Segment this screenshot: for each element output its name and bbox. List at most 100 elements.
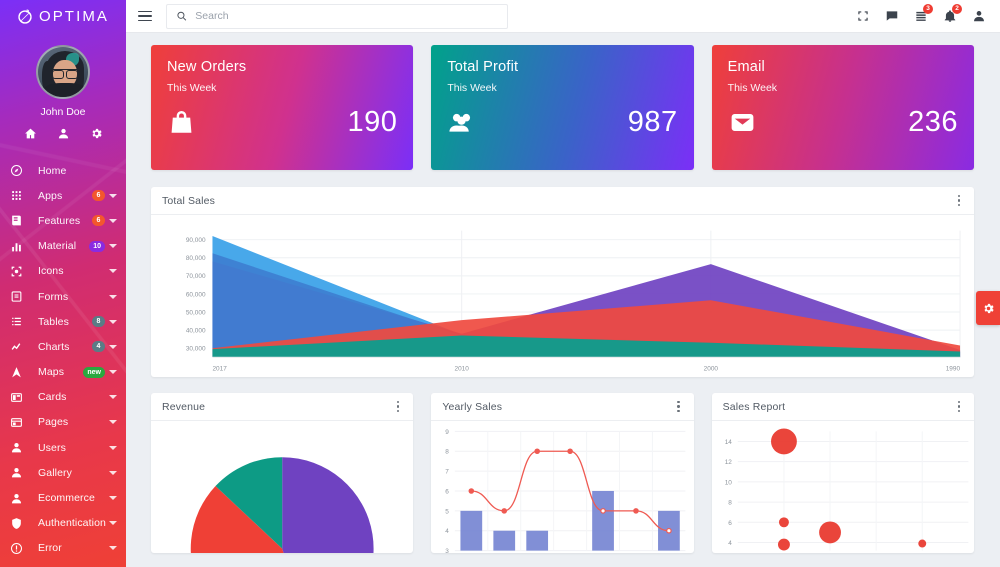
stat-subtitle: This Week <box>447 82 497 94</box>
sidebar-item-label: Error <box>38 542 62 555</box>
stat-card-new-orders[interactable]: New Orders This Week 190 <box>151 45 414 170</box>
stat-card-total-profit[interactable]: Total Profit This Week 987 <box>431 45 694 170</box>
sidebar-item-badge: 6 <box>92 215 105 227</box>
sidebar-item-charts[interactable]: Charts 4 <box>0 334 126 359</box>
svg-text:2000: 2000 <box>704 366 719 373</box>
svg-text:9: 9 <box>446 429 450 436</box>
brand[interactable]: OPTIMA <box>0 0 126 33</box>
chevron-down-icon[interactable] <box>109 269 117 274</box>
svg-text:3: 3 <box>446 548 450 553</box>
chevron-down-icon[interactable] <box>109 319 117 324</box>
sidebar-item-label: Users <box>38 441 66 454</box>
settings-panel-toggle[interactable] <box>976 291 1000 325</box>
sidebar-item-users[interactable]: Users <box>0 435 126 460</box>
stat-subtitle: This Week <box>727 82 778 94</box>
sidebar-item-pages[interactable]: Pages <box>0 410 126 435</box>
grid-icon <box>10 189 27 202</box>
chevron-down-icon[interactable] <box>109 496 117 501</box>
home-icon[interactable] <box>24 127 37 140</box>
chevron-down-icon[interactable] <box>109 344 117 349</box>
sidebar-item-badge: 4 <box>92 341 105 353</box>
sidebar-item-ecommerce[interactable]: Ecommerce <box>0 485 126 510</box>
list-icon[interactable]: 3 <box>914 4 933 23</box>
chevron-down-icon[interactable] <box>109 445 117 450</box>
chevron-down-icon[interactable] <box>109 218 117 223</box>
hamburger-icon[interactable] <box>134 7 156 26</box>
panel-title: Yearly Sales <box>442 400 503 413</box>
stat-card-email[interactable]: Email This Week 236 <box>711 45 974 170</box>
chevron-down-icon[interactable] <box>109 521 117 526</box>
stat-subtitle: This Week <box>167 82 217 94</box>
chevron-down-icon[interactable] <box>109 294 117 299</box>
sidebar-menu: Home Apps 6 Features 6 Material 10 Icons Forms Ta… <box>0 158 126 561</box>
optima-spiral-logo-icon <box>18 8 32 24</box>
search-input[interactable] <box>195 10 498 22</box>
svg-text:6: 6 <box>728 520 732 527</box>
svg-text:30,000: 30,000 <box>186 346 206 353</box>
line-chart-icon <box>10 340 27 353</box>
more-vertical-icon[interactable] <box>674 398 682 415</box>
bell-icon[interactable]: 2 <box>943 4 962 23</box>
sidebar-item-label: Maps <box>38 366 65 379</box>
chevron-down-icon[interactable] <box>109 470 117 475</box>
chevron-down-icon[interactable] <box>109 244 117 249</box>
svg-text:2010: 2010 <box>454 366 469 373</box>
panel-header: Total Sales <box>151 187 974 215</box>
svg-text:40,000: 40,000 <box>186 328 206 335</box>
chevron-down-icon[interactable] <box>109 370 117 375</box>
sidebar-item-material[interactable]: Material 10 <box>0 234 126 259</box>
account-icon[interactable] <box>972 9 986 23</box>
panel-header: Yearly Sales <box>431 393 694 421</box>
chevron-down-icon[interactable] <box>109 546 117 551</box>
list-badge: 3 <box>923 4 933 14</box>
panel-title: Revenue <box>162 400 206 413</box>
panel-title: Total Sales <box>162 194 216 207</box>
more-vertical-icon[interactable] <box>955 398 963 415</box>
sidebar-item-label: Charts <box>38 340 70 353</box>
user-icon[interactable] <box>57 127 70 140</box>
compass-icon <box>10 164 27 177</box>
stat-value: 236 <box>908 106 958 138</box>
sidebar-item-tables[interactable]: Tables 8 <box>0 309 126 334</box>
sidebar-item-error[interactable]: Error <box>0 536 126 561</box>
search-icon <box>177 11 187 21</box>
sidebar-item-features[interactable]: Features 6 <box>0 208 126 233</box>
sidebar-item-label: Forms <box>38 290 69 303</box>
crop-icon <box>10 265 27 278</box>
pages-icon <box>10 416 27 429</box>
fullscreen-icon[interactable] <box>856 9 870 23</box>
sidebar-item-forms[interactable]: Forms <box>0 284 126 309</box>
panel-sales-report: Sales Report 4 6 8 10 12 14 <box>711 393 974 553</box>
svg-text:4: 4 <box>446 528 450 535</box>
profile-block: John Doe <box>0 33 126 150</box>
chevron-down-icon[interactable] <box>109 395 117 400</box>
sidebar-item-badge: 8 <box>92 316 105 328</box>
chevron-down-icon[interactable] <box>109 193 117 198</box>
sidebar-item-cards[interactable]: Cards <box>0 385 126 410</box>
more-vertical-icon[interactable] <box>394 398 402 415</box>
search-box[interactable] <box>166 3 508 29</box>
sidebar-item-home[interactable]: Home <box>0 158 126 183</box>
form-icon <box>10 290 27 303</box>
chat-icon[interactable] <box>885 9 899 23</box>
sidebar-item-icons[interactable]: Icons <box>0 259 126 284</box>
sidebar-item-gallery[interactable]: Gallery <box>0 460 126 485</box>
chevron-down-icon[interactable] <box>109 420 117 425</box>
sidebar-item-maps[interactable]: Maps new <box>0 360 126 385</box>
svg-text:1990: 1990 <box>946 366 961 373</box>
user-icon <box>10 492 27 505</box>
location-icon <box>10 366 27 379</box>
gear-icon[interactable] <box>90 127 103 140</box>
stat-title: Total Profit <box>447 59 519 75</box>
svg-text:90,000: 90,000 <box>186 237 206 244</box>
sidebar-item-label: Pages <box>38 416 69 429</box>
sidebar-item-apps[interactable]: Apps 6 <box>0 183 126 208</box>
svg-text:2017: 2017 <box>212 366 227 373</box>
alert-icon <box>10 542 27 555</box>
svg-text:4: 4 <box>728 540 732 547</box>
avatar[interactable] <box>36 45 90 99</box>
sidebar-item-label: Icons <box>38 265 64 278</box>
sidebar-item-label: Home <box>38 164 67 177</box>
more-vertical-icon[interactable] <box>955 192 963 209</box>
sidebar-item-authentication[interactable]: Authentication <box>0 511 126 536</box>
